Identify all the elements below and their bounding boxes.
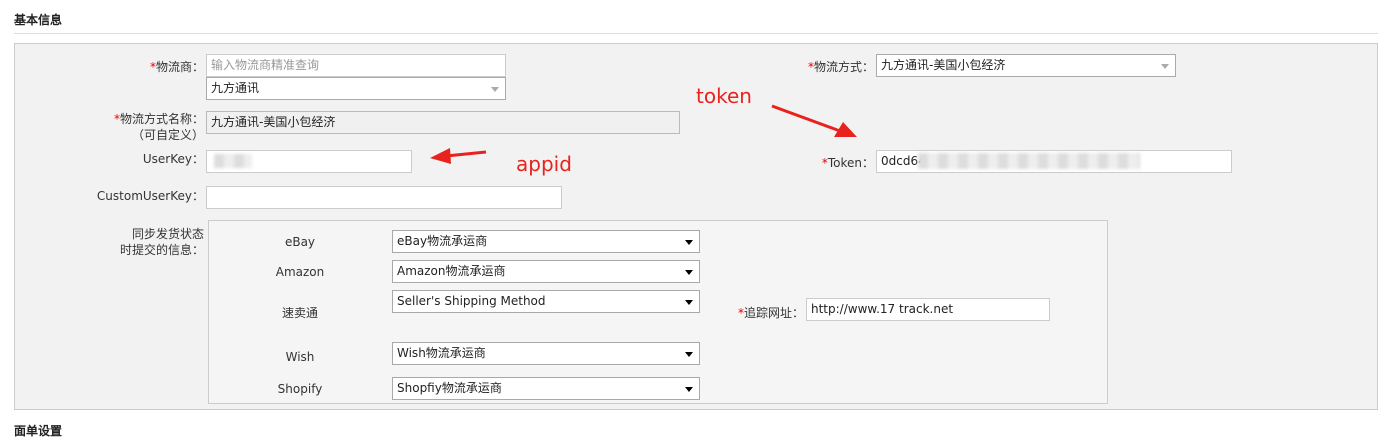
- logistics-provider-label: *物流商：: [149, 60, 204, 74]
- chevron-down-icon: [1161, 64, 1169, 69]
- custom-userkey-label: CustomUserKey：: [96, 189, 204, 203]
- custom-userkey-input[interactable]: [206, 186, 562, 209]
- chevron-down-icon: [685, 300, 693, 305]
- annotation-token-text: token: [696, 84, 752, 108]
- method-name-input[interactable]: 九方通讯-美国小包经济: [206, 111, 680, 134]
- redacted-token: [918, 153, 1140, 169]
- sync-platform-ebay: eBay: [284, 235, 316, 249]
- sync-shopify-select[interactable]: Shopfiy物流承运商: [392, 377, 700, 400]
- sync-amazon-select[interactable]: Amazon物流承运商: [392, 260, 700, 283]
- sync-platform-amazon: Amazon: [275, 265, 325, 279]
- annotation-appid-text: appid: [516, 152, 572, 176]
- chevron-down-icon: [685, 387, 693, 392]
- section-divider: [14, 33, 1378, 34]
- shipping-method-label: *物流方式：: [807, 60, 874, 74]
- method-name-label: *物流方式名称： （可自定义）: [113, 112, 204, 142]
- chevron-down-icon: [685, 240, 693, 245]
- section-title-basic-info: 基本信息: [14, 13, 63, 27]
- sync-ebay-select[interactable]: eBay物流承运商: [392, 230, 700, 253]
- logistics-provider-select[interactable]: 九方通讯: [206, 77, 506, 100]
- token-label: *Token：: [821, 156, 874, 170]
- tracking-url-label: *追踪网址：: [737, 306, 804, 320]
- sync-info-label: 同步发货状态 时提交的信息：: [119, 227, 204, 257]
- sync-platform-aliexpress: 速卖通: [281, 306, 318, 320]
- chevron-down-icon: [491, 87, 499, 92]
- tracking-url-input[interactable]: http://www.17 track.net: [806, 298, 1050, 321]
- sync-platform-wish: Wish: [285, 350, 315, 364]
- shipping-method-select[interactable]: 九方通讯-美国小包经济: [876, 54, 1176, 77]
- chevron-down-icon: [685, 270, 693, 275]
- sync-aliexpress-select[interactable]: Seller's Shipping Method: [392, 290, 700, 313]
- sync-platform-shopify: Shopify: [277, 382, 323, 396]
- chevron-down-icon: [685, 352, 693, 357]
- userkey-label: UserKey：: [142, 152, 204, 166]
- logistics-provider-search-input[interactable]: 输入物流商精准查询: [206, 54, 506, 77]
- section-title-form-settings: 面单设置: [14, 424, 63, 438]
- redacted-userkey: [214, 154, 252, 168]
- sync-wish-select[interactable]: Wish物流承运商: [392, 342, 700, 365]
